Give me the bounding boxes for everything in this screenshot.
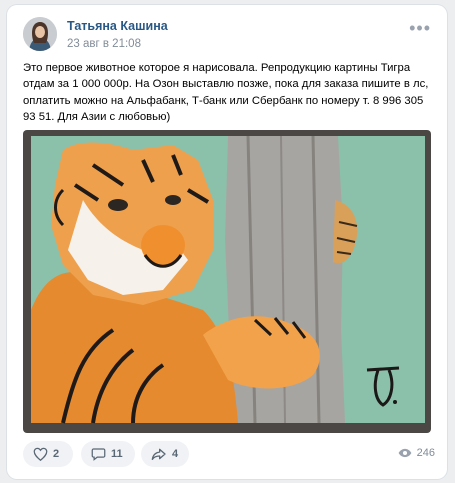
like-button[interactable]: 2 [23, 441, 73, 467]
comment-icon [91, 448, 106, 461]
more-horizontal-icon[interactable]: ••• [409, 19, 431, 37]
post-image[interactable] [23, 130, 431, 433]
views-count: 246 [416, 447, 435, 459]
post-card: Татьяна Кашина 23 авг в 21:08 ••• Это пе… [7, 5, 447, 479]
likes-count: 2 [53, 448, 60, 460]
shares-count: 4 [172, 448, 179, 460]
post-text: Это первое животное которое я нарисовала… [23, 62, 429, 124]
post-date[interactable]: 23 авг в 21:08 [67, 38, 141, 50]
share-button[interactable]: 4 [141, 441, 189, 467]
tiger-painting [23, 130, 431, 433]
author-name[interactable]: Татьяна Кашина [67, 19, 168, 33]
views-counter: 246 [398, 447, 435, 459]
share-icon [151, 448, 166, 460]
comments-count: 11 [111, 448, 123, 460]
comment-button[interactable]: 11 [81, 441, 135, 467]
eye-icon [398, 448, 412, 458]
post-header: Татьяна Кашина 23 авг в 21:08 ••• [23, 17, 435, 57]
author-avatar[interactable] [23, 17, 57, 51]
post-actions: 2 11 4 246 [23, 441, 435, 469]
heart-icon [33, 447, 48, 461]
